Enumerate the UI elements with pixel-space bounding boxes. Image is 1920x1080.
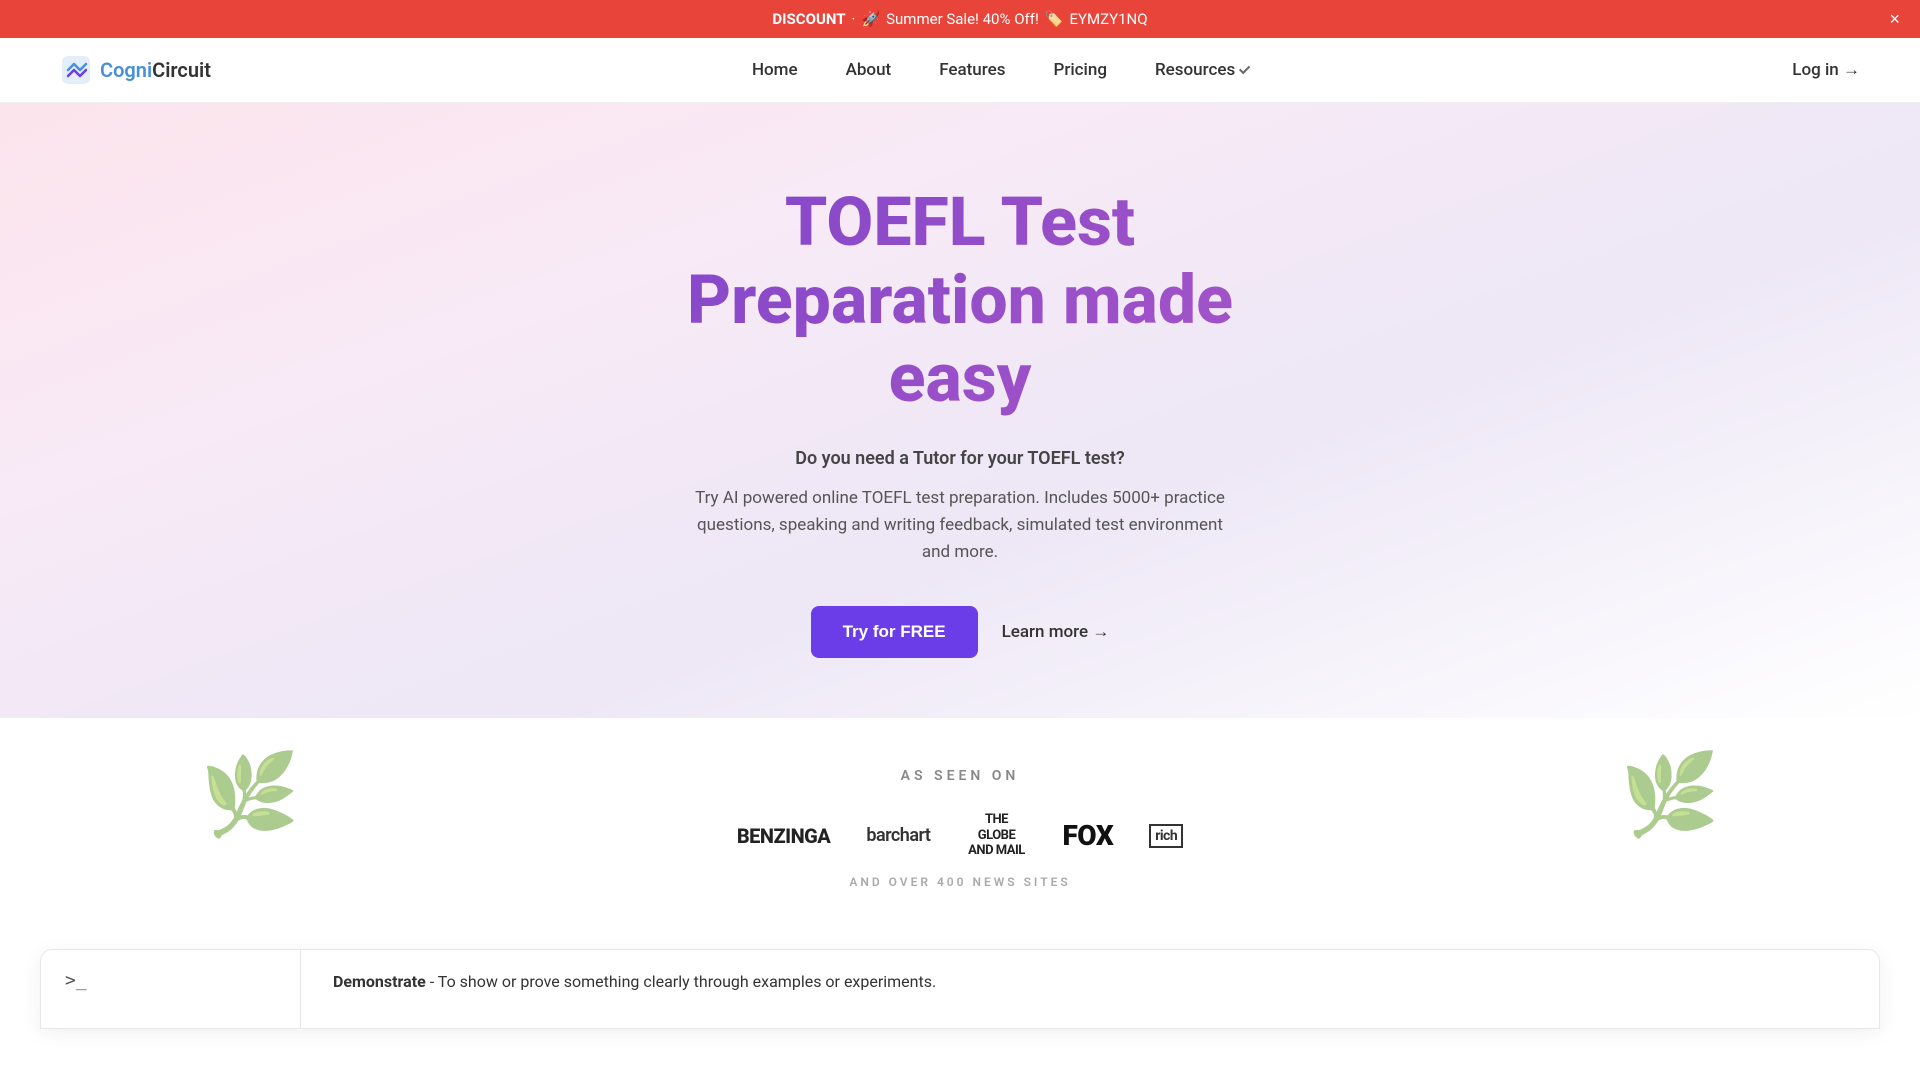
nav-about[interactable]: About <box>846 60 892 80</box>
tag-emoji: 🏷️ <box>1045 10 1064 28</box>
nav-links: Home About Features Pricing Resources <box>752 60 1251 80</box>
discount-label: DISCOUNT <box>772 10 845 28</box>
logo-circuit: Circuit <box>152 58 211 82</box>
fox-logo: FOX <box>1062 819 1113 852</box>
demo-card: >_ Demonstrate - To show or prove someth… <box>40 949 1880 1029</box>
rich-logo: rich <box>1149 824 1183 848</box>
hero-buttons: Try for FREE Learn more → <box>20 606 1900 658</box>
announcement-dot: · <box>852 10 856 28</box>
logo-icon <box>60 54 92 86</box>
barchart-logo: barchart <box>866 825 930 846</box>
logo[interactable]: CogniCircuit <box>60 54 211 86</box>
nav-features[interactable]: Features <box>939 60 1005 80</box>
as-seen-on-label: AS SEEN ON <box>20 768 1900 784</box>
try-free-button[interactable]: Try for FREE <box>811 606 978 658</box>
laurel-right-icon: 🌿 <box>1620 748 1720 842</box>
hero-title: TOEFL Test Preparation made easy <box>20 183 1900 418</box>
demo-card-prompt: >_ <box>41 950 301 1028</box>
hero-section: TOEFL Test Preparation made easy Do you … <box>0 103 1920 718</box>
nav-resources[interactable]: Resources <box>1155 60 1251 80</box>
resources-chevron-icon <box>1239 63 1250 74</box>
close-announcement-button[interactable]: × <box>1889 10 1900 28</box>
nav-pricing[interactable]: Pricing <box>1053 60 1107 80</box>
media-logos-row: BENZINGA barchart THE GLOBE AND MAIL FOX… <box>20 812 1900 859</box>
announcement-bar: DISCOUNT · 🚀 Summer Sale! 40% Off! 🏷️ EY… <box>0 0 1920 38</box>
over-400-label: AND OVER 400 NEWS SITES <box>20 875 1900 889</box>
main-nav: CogniCircuit Home About Features Pricing… <box>0 38 1920 103</box>
learn-more-link[interactable]: Learn more → <box>1002 622 1110 642</box>
benzinga-logo: BENZINGA <box>737 824 831 848</box>
hero-description: Try AI powered online TOEFL test prepara… <box>690 485 1230 567</box>
demo-definition: - To show or prove something clearly thr… <box>426 972 936 991</box>
prompt-symbol: >_ <box>65 970 87 991</box>
promo-code: EYMZY1NQ <box>1070 10 1148 28</box>
globe-and-mail-logo: THE GLOBE AND MAIL <box>966 812 1026 859</box>
login-button[interactable]: Log in → <box>1792 60 1860 80</box>
rocket-emoji: 🚀 <box>861 10 880 28</box>
hero-subtitle: Do you need a Tutor for your TOEFL test? <box>20 448 1900 469</box>
nav-home[interactable]: Home <box>752 60 798 80</box>
logo-cogni: Cogni <box>100 58 152 82</box>
demo-card-definition: Demonstrate - To show or prove something… <box>301 950 1879 1028</box>
laurel-left-icon: 🌿 <box>200 748 300 842</box>
sale-text: Summer Sale! 40% Off! <box>886 10 1039 28</box>
as-seen-on-section: 🌿 🌿 AS SEEN ON BENZINGA barchart THE GLO… <box>0 718 1920 929</box>
demo-word: Demonstrate <box>333 972 426 991</box>
